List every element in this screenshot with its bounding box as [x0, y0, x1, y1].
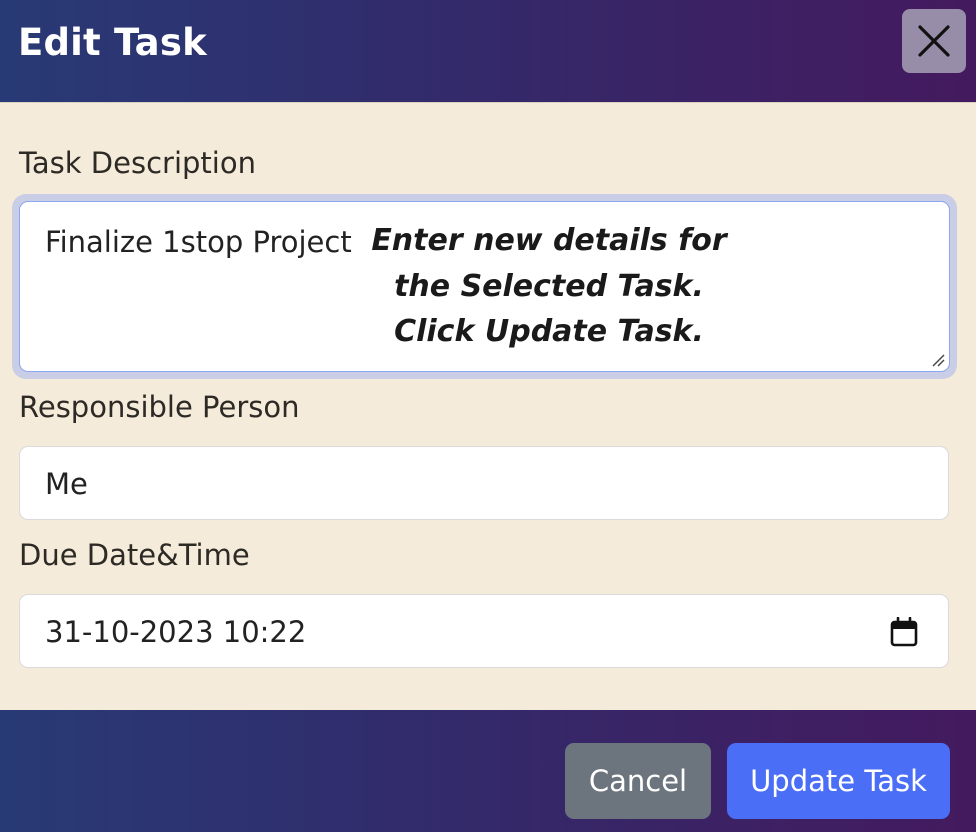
task-description-label: Task Description [19, 146, 256, 180]
responsible-person-input[interactable]: Me [19, 446, 949, 520]
close-icon [918, 25, 950, 57]
instruction-line-2: the Selected Task. [394, 268, 704, 304]
close-button[interactable] [902, 9, 966, 73]
dialog-header: Edit Task [0, 0, 976, 103]
calendar-icon[interactable] [890, 617, 918, 647]
due-date-value: 31-10-2023 10:22 [45, 615, 307, 649]
task-description-textarea[interactable]: Finalize 1stop Project Enter new details… [19, 201, 950, 372]
instruction-line-1: Enter new details for [371, 223, 727, 258]
dialog-title: Edit Task [18, 21, 207, 64]
cancel-button[interactable]: Cancel [565, 743, 711, 819]
instruction-note: Enter new details for the Selected Task.… [369, 218, 729, 355]
update-task-button[interactable]: Update Task [727, 743, 950, 819]
responsible-person-value: Me [45, 467, 88, 501]
task-description-value: Finalize 1stop Project [45, 225, 352, 259]
dialog-footer: Cancel Update Task [0, 710, 976, 832]
resize-handle-icon[interactable] [931, 353, 945, 367]
instruction-line-3: Click Update Task. [394, 314, 704, 349]
due-date-input[interactable]: 31-10-2023 10:22 [19, 594, 949, 668]
responsible-person-label: Responsible Person [19, 390, 300, 424]
edit-task-dialog: Edit Task Task Description Finalize 1sto… [0, 0, 976, 832]
due-date-label: Due Date&Time [19, 538, 250, 572]
